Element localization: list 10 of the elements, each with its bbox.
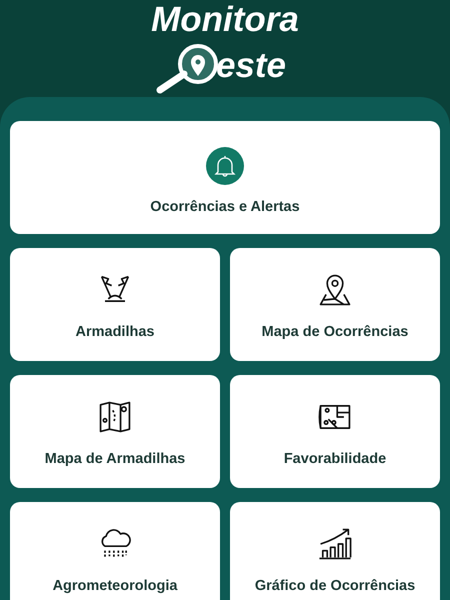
bell-icon [206, 146, 244, 184]
app-title: este [216, 46, 286, 86]
menu-card[interactable]: Mapa de Ocorrências [230, 248, 440, 361]
app-title: Monitora [151, 0, 299, 40]
menu-card[interactable]: Armadilhas [10, 248, 220, 361]
menu-card[interactable]: Gráfico de Ocorrências [230, 502, 440, 600]
menu-card[interactable]: Mapa de Armadilhas [10, 375, 220, 488]
alerts-card[interactable]: Ocorrências e Alertas [10, 121, 440, 234]
menu-card[interactable]: Agrometeorologia [10, 502, 220, 600]
menu-card[interactable]: Favorabilidade [230, 375, 440, 488]
